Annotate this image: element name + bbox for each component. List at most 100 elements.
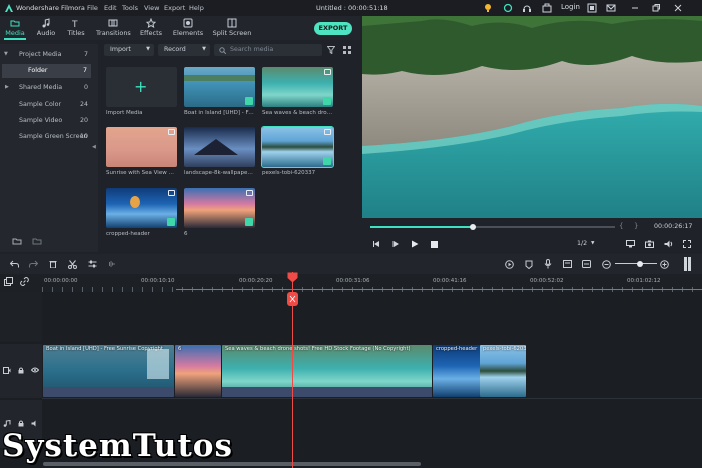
tab-elements-label: Elements xyxy=(172,29,204,37)
shop-icon[interactable] xyxy=(542,3,552,13)
monitor-icon[interactable] xyxy=(626,240,635,248)
new-folder-icon[interactable] xyxy=(12,237,22,245)
sidebar-item-sample-green-screen[interactable]: Sample Green Screen 10 xyxy=(0,130,92,144)
restore-icon[interactable] xyxy=(651,3,661,13)
media-item-landscape-8k[interactable]: landscape-8k-wallpapers... xyxy=(184,127,255,176)
refresh-icon[interactable] xyxy=(503,3,513,13)
marker-shield-icon[interactable] xyxy=(525,260,533,269)
collapse-panel-icon[interactable]: ◀ xyxy=(92,144,96,150)
panel-toggle-icon[interactable] xyxy=(684,257,691,271)
used-check-icon xyxy=(323,97,331,105)
link-icon[interactable] xyxy=(20,277,29,286)
preview-player[interactable] xyxy=(362,16,702,222)
import-media-tile[interactable]: + Import Media xyxy=(106,67,177,116)
menu-help[interactable]: Help xyxy=(189,4,204,12)
media-item-pexels-tobi[interactable]: pexels-tobi-620337 xyxy=(261,126,334,176)
audio-waveform-icon[interactable] xyxy=(107,260,116,268)
record-dropdown[interactable]: Record ▼ xyxy=(158,44,210,56)
tab-media[interactable]: Media xyxy=(4,16,26,40)
folder-icon[interactable] xyxy=(32,237,42,245)
video-badge-icon xyxy=(324,129,331,135)
mark-in-icon[interactable]: { xyxy=(619,222,623,230)
add-track-icon[interactable] xyxy=(4,277,13,286)
tab-split-screen[interactable]: Split Screen xyxy=(212,16,252,40)
filter-icon[interactable] xyxy=(327,46,335,54)
zoom-slider[interactable] xyxy=(615,260,657,267)
tab-effects-label: Effects xyxy=(139,29,163,37)
bulb-icon[interactable] xyxy=(483,3,493,13)
clip-audio-waveform xyxy=(43,387,174,397)
playback-progress-bar[interactable] xyxy=(370,224,615,230)
close-icon[interactable] xyxy=(673,3,683,13)
login-link[interactable]: Login xyxy=(561,3,580,11)
tab-elements[interactable]: Elements xyxy=(172,16,204,40)
headset-icon[interactable] xyxy=(522,3,532,13)
export-button[interactable]: EXPORT xyxy=(314,22,352,35)
microphone-icon[interactable] xyxy=(544,259,552,269)
lock-icon[interactable] xyxy=(18,420,24,427)
previous-frame-icon[interactable] xyxy=(372,240,380,248)
media-item-boat-in-island[interactable]: Boat in Island [UHD] - Fr... xyxy=(184,67,255,116)
media-item-sunrise-sea-view[interactable]: Sunrise with Sea View Ti... xyxy=(106,127,177,176)
playhead-scissors-icon[interactable] xyxy=(287,292,298,306)
sidebar-item-shared-media[interactable]: ▶ Shared Media 0 xyxy=(0,81,92,95)
timeline-ruler[interactable]: 00:00:00:00 00:00:10:10 00:00:20:20 00:0… xyxy=(0,274,702,292)
timeline-clip-boat-in-island[interactable]: Boat in Island [UHD] - Free Sunrise Copy… xyxy=(43,345,174,397)
grid-view-icon[interactable] xyxy=(343,46,351,54)
auto-fit-icon[interactable] xyxy=(582,260,591,268)
volume-icon[interactable] xyxy=(664,240,673,248)
speaker-icon[interactable] xyxy=(31,420,39,427)
undo-icon[interactable] xyxy=(10,260,19,268)
notification-icon[interactable] xyxy=(587,3,597,13)
menu-view[interactable]: View xyxy=(144,4,159,12)
menu-edit[interactable]: Edit xyxy=(104,4,117,12)
timeline-clip-6[interactable]: 6 xyxy=(175,345,221,397)
zoom-slider-knob[interactable] xyxy=(637,260,643,267)
mark-out-icon[interactable]: } xyxy=(634,222,638,230)
sidebar-item-project-media[interactable]: ▼ Project Media 7 xyxy=(0,48,92,62)
filmora-logo-icon xyxy=(4,3,14,13)
tab-transitions[interactable]: Transitions xyxy=(96,16,131,40)
fullscreen-icon[interactable] xyxy=(683,240,691,248)
zoom-in-icon[interactable] xyxy=(660,260,669,269)
sidebar-item-label: Project Media xyxy=(19,51,62,58)
mail-icon[interactable] xyxy=(606,3,616,13)
menu-export[interactable]: Export xyxy=(164,4,185,12)
lock-icon[interactable] xyxy=(18,367,24,374)
voiceover-icon[interactable] xyxy=(563,260,572,268)
split-scissors-icon[interactable] xyxy=(68,260,77,269)
playhead-handle[interactable] xyxy=(287,272,298,283)
watermark-text: SystemTutos xyxy=(2,428,233,464)
menu-tools[interactable]: Tools xyxy=(122,4,138,12)
minimize-icon[interactable] xyxy=(630,3,640,13)
play-icon[interactable] xyxy=(411,240,419,248)
play-pause-icon[interactable] xyxy=(392,240,400,248)
snapshot-camera-icon[interactable] xyxy=(645,240,654,248)
media-item-cropped-header[interactable]: cropped-header xyxy=(106,188,177,237)
timeline-clip-pexels-tobi[interactable]: pexels-tobi-620337 xyxy=(480,345,526,397)
tab-titles[interactable]: T Titles xyxy=(64,16,88,40)
search-input[interactable]: Search media xyxy=(214,44,322,56)
zoom-out-icon[interactable] xyxy=(602,260,611,269)
sidebar-item-sample-video[interactable]: Sample Video 20 xyxy=(0,114,92,128)
media-item-6[interactable]: 6 xyxy=(184,188,255,237)
media-caption: landscape-8k-wallpapers... xyxy=(184,170,255,176)
tab-audio[interactable]: Audio xyxy=(34,16,58,40)
playback-quality-select[interactable]: 1/2 ▼ xyxy=(577,240,594,247)
timeline-clip-cropped-header[interactable]: cropped-header xyxy=(433,345,480,397)
delete-icon[interactable] xyxy=(49,260,57,268)
timeline-clip-sea-waves[interactable]: Sea waves & beach drone shots! Free HD S… xyxy=(222,345,432,397)
tab-effects[interactable]: Effects xyxy=(138,16,164,40)
redo-icon[interactable] xyxy=(29,260,38,268)
sidebar-item-folder[interactable]: Folder 7 xyxy=(2,64,91,78)
menu-file[interactable]: File xyxy=(87,4,98,12)
sidebar-item-sample-color[interactable]: Sample Color 24 xyxy=(0,98,92,112)
adjust-icon[interactable] xyxy=(88,260,97,268)
sidebar-item-count: 10 xyxy=(79,133,88,140)
render-preview-icon[interactable] xyxy=(505,260,514,269)
eye-icon[interactable] xyxy=(31,367,39,373)
import-dropdown[interactable]: Import ▼ xyxy=(104,44,154,56)
media-item-sea-waves[interactable]: Sea waves & beach dron... xyxy=(262,67,333,116)
chevron-down-icon: ▼ xyxy=(146,46,150,52)
stop-icon[interactable] xyxy=(431,241,438,248)
